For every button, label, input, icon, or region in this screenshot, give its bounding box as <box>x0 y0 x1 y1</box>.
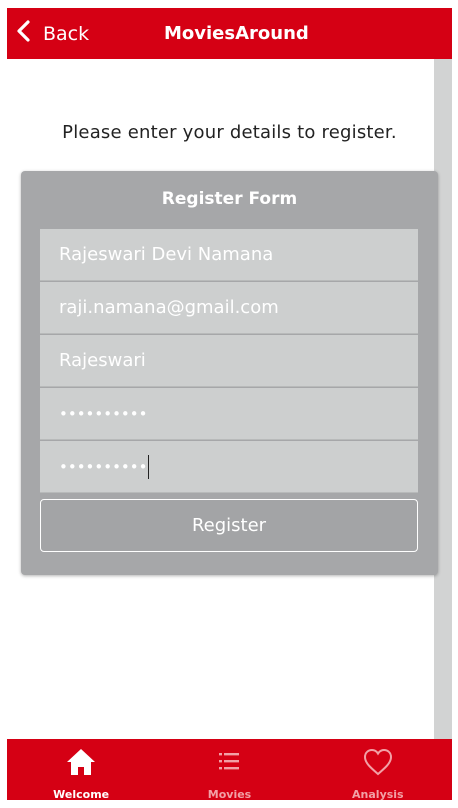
full-name-field[interactable]: Rajeswari Devi Namana <box>40 229 418 281</box>
form-title: Register Form <box>161 189 298 209</box>
tab-analysis[interactable]: Analysis <box>304 739 452 800</box>
tab-analysis-label: Analysis <box>352 788 404 800</box>
home-icon <box>65 747 97 782</box>
heart-icon <box>362 747 394 782</box>
password-value: •••••••••• <box>59 404 148 423</box>
back-button[interactable]: Back <box>13 8 89 59</box>
register-form-panel: Register Form Rajeswari Devi Namana raji… <box>21 171 438 575</box>
title-bar: Back MoviesAround <box>7 8 452 59</box>
confirm-password-value: •••••••••• <box>59 457 148 476</box>
password-field[interactable]: •••••••••• <box>40 388 418 440</box>
email-value: raji.namana@gmail.com <box>59 297 279 318</box>
tab-movies[interactable]: Movies <box>155 739 303 800</box>
register-button[interactable]: Register <box>40 499 418 552</box>
chevron-left-icon <box>13 20 35 47</box>
app-frame: Back MoviesAround Please enter your deta… <box>7 8 452 800</box>
username-value: Rajeswari <box>59 350 146 371</box>
username-field[interactable]: Rajeswari <box>40 335 418 387</box>
list-icon <box>213 747 245 782</box>
tab-bar: Welcome Movies Analysis <box>7 739 452 800</box>
tab-welcome[interactable]: Welcome <box>7 739 155 800</box>
tab-welcome-label: Welcome <box>53 788 110 800</box>
full-name-value: Rajeswari Devi Namana <box>59 244 274 265</box>
tab-movies-label: Movies <box>207 788 252 800</box>
confirm-password-field[interactable]: •••••••••• <box>40 441 418 493</box>
email-field[interactable]: raji.namana@gmail.com <box>40 282 418 334</box>
back-label: Back <box>43 22 90 45</box>
text-cursor <box>148 454 150 479</box>
page-title: MoviesAround <box>164 23 309 44</box>
intro-text: Please enter your details to register. <box>62 122 397 143</box>
